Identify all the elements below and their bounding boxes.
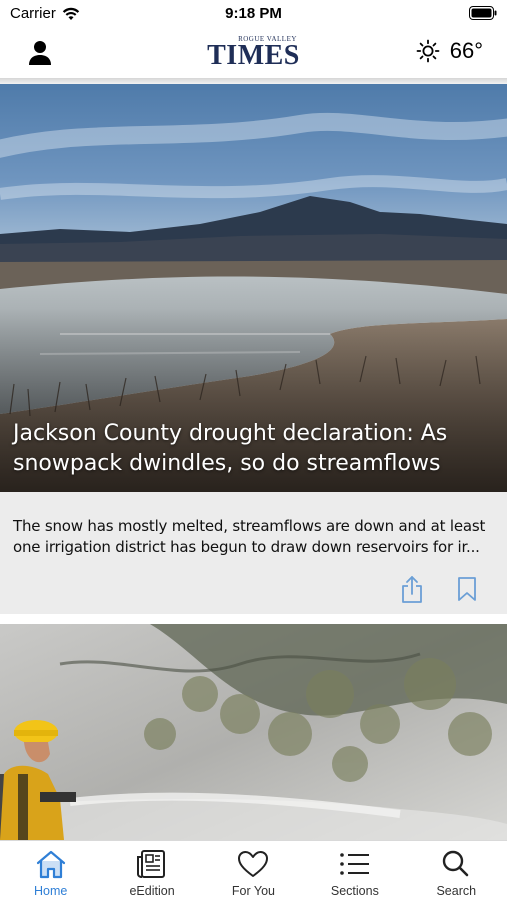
firefighter-photo bbox=[0, 624, 507, 840]
tab-sections[interactable]: Sections bbox=[304, 841, 405, 900]
hero-article[interactable]: Jackson County drought declaration: As s… bbox=[0, 84, 507, 492]
top-nav: ROGUE VALLEY TIMES 66° bbox=[0, 28, 507, 78]
share-icon[interactable] bbox=[400, 574, 424, 604]
battery-icon bbox=[469, 6, 497, 24]
tab-for-you[interactable]: For You bbox=[203, 841, 304, 900]
tab-for-you-label: For You bbox=[231, 884, 276, 898]
sun-icon bbox=[416, 39, 440, 63]
card-divider bbox=[0, 614, 507, 624]
bookmark-icon[interactable] bbox=[456, 576, 478, 602]
tab-search-label: Search bbox=[436, 884, 477, 898]
newspaper-icon bbox=[137, 850, 166, 878]
list-icon bbox=[340, 853, 369, 875]
heart-icon bbox=[238, 851, 269, 877]
article-summary: The snow has mostly melted, streamflows … bbox=[13, 517, 486, 556]
tab-eedition-label: eEdition bbox=[129, 884, 175, 898]
tab-home[interactable]: Home bbox=[0, 841, 101, 900]
tab-bar: Home eEdition For You Sections Search bbox=[0, 840, 507, 900]
tab-search[interactable]: Search bbox=[406, 841, 507, 900]
tab-home-label: Home bbox=[34, 884, 68, 898]
article-summary-card[interactable]: The snow has mostly melted, streamflows … bbox=[0, 492, 507, 614]
temperature: 66° bbox=[449, 38, 483, 63]
tab-eedition[interactable]: eEdition bbox=[101, 841, 202, 900]
search-icon bbox=[443, 850, 469, 877]
status-bar: Carrier 9:18 PM bbox=[0, 0, 507, 28]
app-screen: Carrier 9:18 PM ROGUE VALLEY TIMES 66° J… bbox=[0, 0, 507, 900]
home-icon bbox=[36, 850, 65, 879]
second-article-photo[interactable] bbox=[0, 624, 507, 840]
hero-headline[interactable]: Jackson County drought declaration: As s… bbox=[13, 419, 487, 479]
tab-sections-label: Sections bbox=[330, 884, 379, 898]
weather-widget[interactable]: 66° bbox=[416, 38, 483, 64]
status-time: 9:18 PM bbox=[225, 5, 282, 22]
